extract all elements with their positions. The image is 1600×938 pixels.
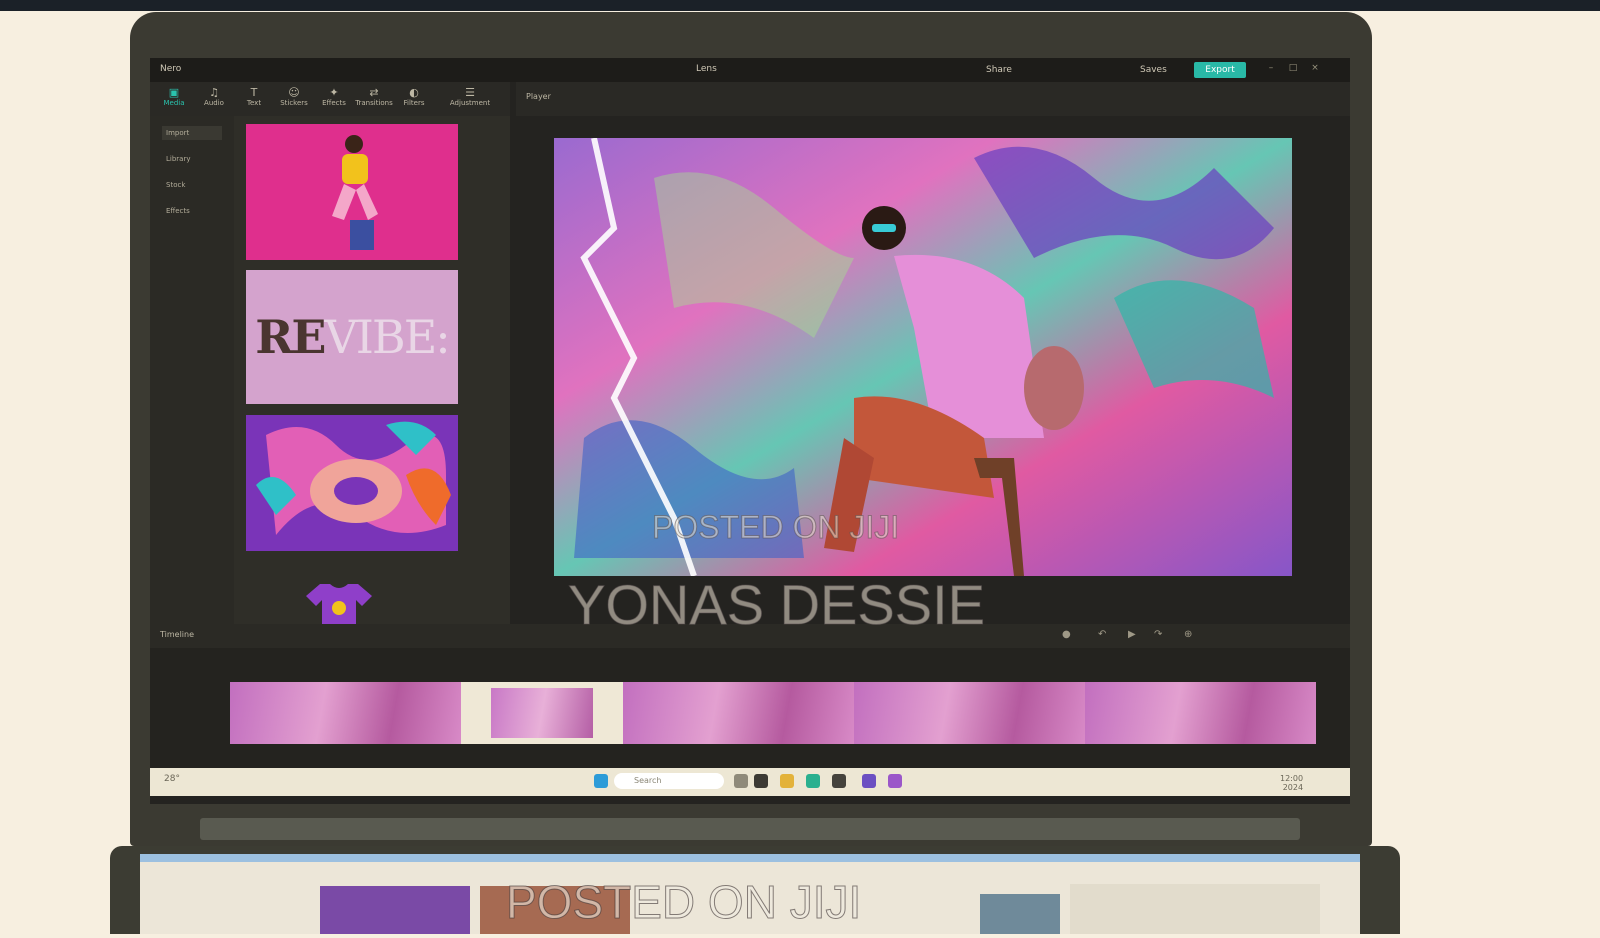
os-taskbar: 28° Search 12:00 2024 [150, 768, 1350, 796]
play-icon[interactable]: ▶ [1128, 629, 1136, 640]
tool-effects[interactable]: ✦ Effects [314, 86, 354, 112]
tool-label: Transitions [355, 99, 393, 107]
transition-icon: ⇄ [369, 86, 379, 99]
maximize-icon[interactable]: □ [1288, 63, 1298, 73]
video-track[interactable] [230, 682, 1316, 744]
system-clock[interactable]: 12:00 2024 [1280, 774, 1303, 792]
zoom-icon[interactable]: ⊕ [1184, 629, 1192, 640]
clock-time: 12:00 [1280, 774, 1304, 783]
file-explorer-icon[interactable] [754, 774, 768, 788]
watermark-posted: POSTED ON JIJI [651, 509, 900, 546]
start-icon[interactable] [594, 774, 608, 788]
music-icon: ♫ [209, 86, 219, 99]
revibe-title-text: REVIBE: [255, 310, 451, 364]
person-figure-image [246, 124, 458, 260]
watermark-posted-bottom: POSTED ON JIJI [505, 876, 862, 929]
tool-label: Audio [204, 99, 224, 107]
media-thumbnail-pattern[interactable] [246, 415, 458, 551]
watermark-seller: YONAS DESSIE [567, 573, 986, 637]
media-thumbnail-title[interactable]: REVIBE: [246, 270, 458, 404]
export-button[interactable]: Export [1194, 62, 1246, 78]
tool-bar: ▣ Media ♫ Audio T Text ☺ Stickers ✦ Effects ⇄… [150, 82, 510, 116]
tool-audio[interactable]: ♫ Audio [194, 86, 234, 112]
tool-stickers[interactable]: ☺ Stickers [274, 86, 314, 112]
tool-transitions[interactable]: ⇄ Transitions [354, 86, 394, 112]
store-icon[interactable] [832, 774, 846, 788]
folder-icon[interactable] [780, 774, 794, 788]
app-icon[interactable] [862, 774, 876, 788]
tshirt-sticker-icon[interactable] [306, 582, 372, 624]
sticker-icon: ☺ [288, 86, 300, 99]
video-editor-icon[interactable] [888, 774, 902, 788]
browser-top-bar [0, 0, 1600, 11]
nav-item-library[interactable]: Library [162, 152, 222, 166]
share-button[interactable]: Share [986, 62, 1012, 78]
nav-item-import[interactable]: Import [162, 126, 222, 140]
mic-icon[interactable]: ● [1062, 629, 1071, 640]
timeline-label: Timeline [160, 630, 195, 639]
timeline-clip[interactable] [622, 682, 854, 744]
media-icon: ▣ [168, 86, 180, 99]
tool-label: Adjustment [449, 99, 491, 107]
tool-label: Filters [403, 99, 425, 107]
adjust-icon: ☰ [465, 86, 475, 99]
effects-icon: ✦ [329, 86, 339, 99]
tool-filters[interactable]: ◐ Filters [394, 86, 434, 112]
save-button[interactable]: Saves [1140, 62, 1167, 78]
laptop-hinge [200, 818, 1300, 840]
player-header: Player [516, 82, 1350, 116]
tool-label: Media [163, 99, 185, 107]
timeline-clip-selected[interactable] [461, 682, 623, 744]
edge-browser-icon[interactable] [806, 774, 820, 788]
filter-icon: ◐ [409, 86, 419, 99]
tool-text[interactable]: T Text [234, 86, 274, 112]
tool-label: Stickers [280, 99, 308, 107]
timeline-track-area [150, 648, 1350, 768]
tool-media[interactable]: ▣ Media [154, 86, 194, 112]
clock-date: 2024 [1282, 783, 1304, 792]
media-panel: REVIBE: [234, 116, 510, 636]
laptop-screen: Nero Lens Share Saves Export – □ × ▣ Medi… [150, 58, 1350, 804]
minimize-icon[interactable]: – [1266, 63, 1276, 73]
nav-item-stock[interactable]: Stock [162, 178, 222, 192]
graffiti-pattern-image [246, 415, 458, 551]
tool-adjustment[interactable]: ☰ Adjustment [438, 86, 502, 112]
weather-widget[interactable]: 28° [164, 774, 180, 784]
text-icon: T [250, 86, 258, 99]
media-thumbnail-photo[interactable] [246, 124, 458, 260]
timeline-clip[interactable] [853, 682, 1085, 744]
media-nav: Import Library Stock Effects [150, 116, 234, 636]
close-icon[interactable]: × [1310, 63, 1320, 73]
task-view-icon[interactable] [734, 774, 748, 788]
timeline-clip[interactable] [1084, 682, 1316, 744]
redo-icon[interactable]: ↷ [1154, 629, 1162, 640]
app-logo: Nero [160, 64, 182, 74]
taskbar-search-input[interactable]: Search [614, 773, 724, 789]
tool-label: Text [246, 99, 262, 107]
title-bar: Nero Lens Share Saves Export – □ × [150, 58, 1350, 82]
player-label: Player [526, 92, 551, 101]
nav-item-effects[interactable]: Effects [162, 204, 222, 218]
undo-icon[interactable]: ↶ [1098, 629, 1106, 640]
timeline-clip[interactable] [230, 682, 462, 744]
tool-label: Effects [322, 99, 346, 107]
document-title: Lens [696, 64, 717, 74]
